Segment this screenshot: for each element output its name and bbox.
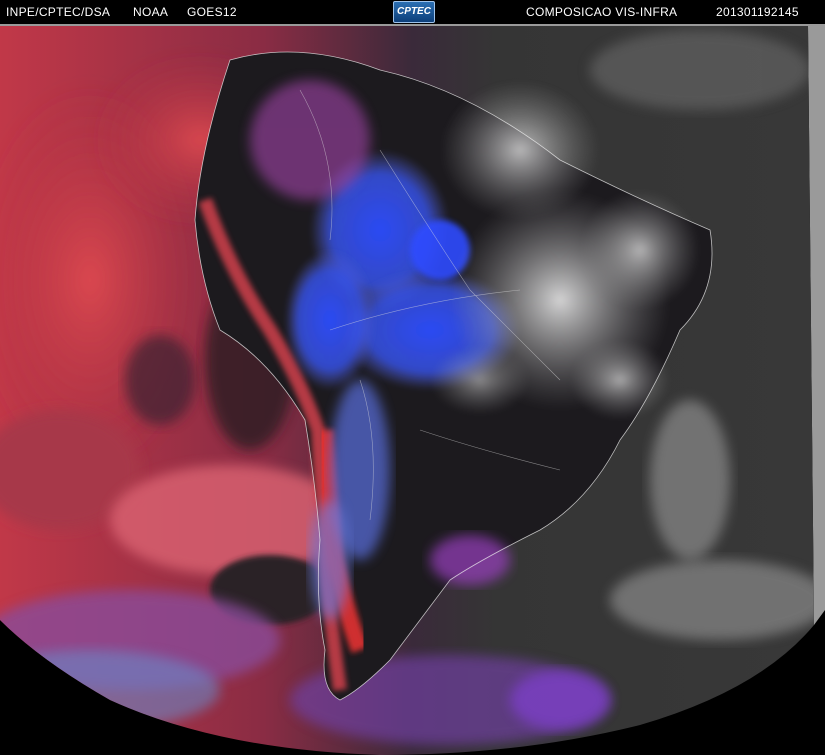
agency-label: INPE/CPTEC/DSA [6,5,111,19]
timestamp-label: 201301192145 [716,5,799,19]
satellite-image [0,24,825,755]
logo-text: CPTEC [397,6,431,17]
satellite-earth-disk [0,24,825,755]
earth-disk [0,26,814,755]
provider-label: NOAA [133,5,169,19]
header-bar: INPE/CPTEC/DSA NOAA GOES12 CPTEC COMPOSI… [0,0,825,24]
product-label: COMPOSICAO VIS-INFRA [526,5,678,19]
satellite-label: GOES12 [187,5,237,19]
cptec-logo: CPTEC [393,1,435,23]
